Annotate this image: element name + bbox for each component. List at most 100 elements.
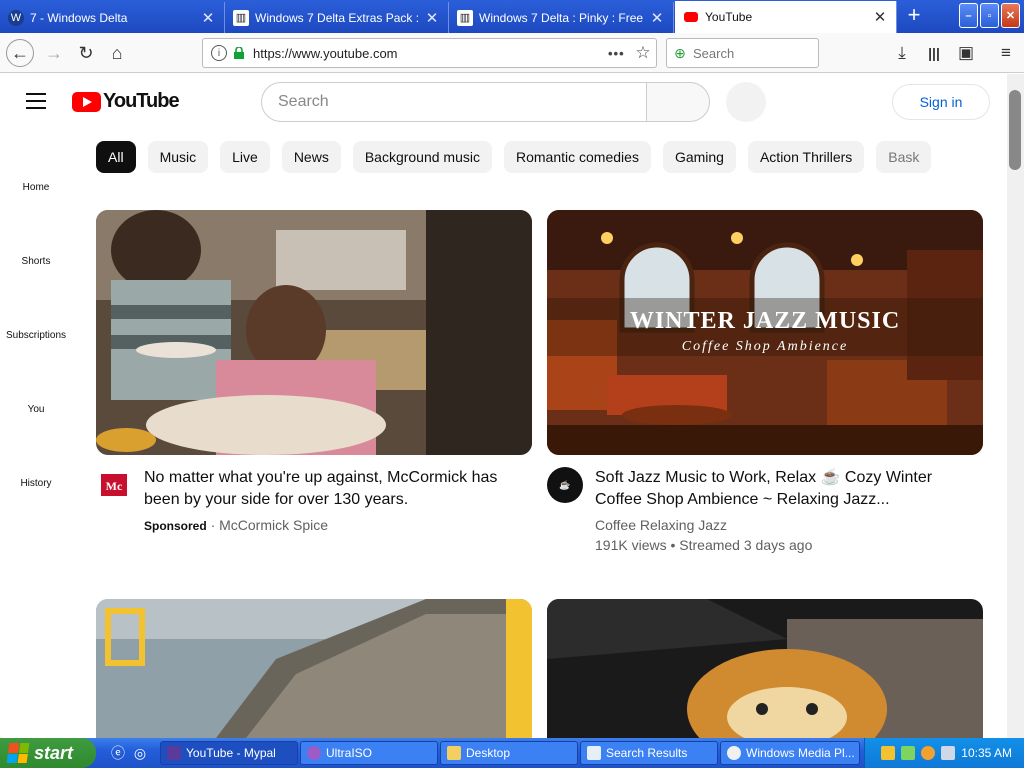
- video-thumbnail[interactable]: [96, 599, 532, 738]
- sponsored-label: Sponsored: [144, 519, 207, 533]
- channel-name[interactable]: McCormick Spice: [219, 517, 328, 533]
- windows-flag-icon: [6, 743, 30, 763]
- chip-gaming[interactable]: Gaming: [662, 141, 736, 173]
- video-card[interactable]: [96, 599, 532, 738]
- guide-item-you[interactable]: You: [0, 404, 72, 415]
- url-text[interactable]: https://www.youtube.com: [253, 46, 608, 61]
- thumbnail-title: WINTER JAZZ MUSIC: [630, 308, 900, 334]
- video-thumbnail[interactable]: [96, 210, 532, 455]
- browser-quicklaunch-icon[interactable]: ◎: [130, 743, 150, 763]
- video-thumbnail[interactable]: WINTER JAZZ MUSIC Coffee Shop Ambience: [547, 210, 983, 455]
- close-tab-icon[interactable]: ✕: [649, 9, 665, 27]
- forward-button[interactable]: →: [40, 39, 68, 67]
- task-search-results[interactable]: Search Results: [580, 741, 718, 765]
- maximize-button[interactable]: ▫: [980, 3, 999, 28]
- home-icon: ⌂: [111, 42, 123, 63]
- chip-background-music[interactable]: Background music: [352, 141, 492, 173]
- tab-windows-delta[interactable]: W 7 - Windows Delta ✕: [0, 2, 225, 33]
- youtube-search-input[interactable]: Search: [261, 82, 647, 122]
- chip-romantic-comedies[interactable]: Romantic comedies: [504, 141, 651, 173]
- reload-icon: ↻: [78, 42, 94, 63]
- close-tab-icon[interactable]: ✕: [872, 8, 888, 26]
- video-title[interactable]: Soft Jazz Music to Work, Relax ☕ Cozy Wi…: [595, 467, 965, 511]
- close-tab-icon[interactable]: ✕: [424, 9, 440, 27]
- guide-item-history[interactable]: History: [0, 478, 72, 489]
- url-bar[interactable]: i https://www.youtube.com ••• ☆: [202, 38, 657, 68]
- sidebar-toggle-button[interactable]: ▣: [952, 39, 980, 67]
- home-button[interactable]: ⌂: [103, 39, 131, 67]
- chip-news[interactable]: News: [281, 141, 341, 173]
- guide-item-subscriptions[interactable]: Subscriptions: [0, 330, 72, 341]
- voice-search-button[interactable]: [726, 82, 766, 122]
- chip-action-thrillers[interactable]: Action Thrillers: [747, 141, 865, 173]
- guide-item-shorts[interactable]: Shorts: [0, 256, 72, 267]
- tab-pinky[interactable]: ▥ Windows 7 Delta : Pinky : Free Do ✕: [449, 2, 674, 33]
- archive-icon: ▥: [457, 9, 473, 26]
- reload-button[interactable]: ↻: [72, 39, 100, 67]
- channel-avatar[interactable]: ☕: [547, 467, 583, 503]
- youtube-search-button[interactable]: [646, 82, 710, 122]
- browser-search-field[interactable]: ⊕ Search: [666, 38, 819, 68]
- media-player-icon: [727, 746, 741, 760]
- search-tray-icon[interactable]: [921, 746, 936, 760]
- wordpress-icon: W: [8, 9, 24, 26]
- youtube-icon: [683, 9, 699, 25]
- tab-youtube[interactable]: YouTube ✕: [675, 1, 897, 33]
- channel-name[interactable]: Coffee Relaxing Jazz: [595, 515, 965, 535]
- guide-item-home[interactable]: Home: [0, 182, 72, 193]
- video-card[interactable]: WINTER JAZZ MUSIC Coffee Shop Ambience ☕…: [547, 210, 983, 555]
- page-actions-icon[interactable]: •••: [608, 46, 630, 61]
- library-button[interactable]: |||: [920, 39, 948, 67]
- library-icon: |||: [928, 45, 940, 61]
- video-card[interactable]: [547, 599, 983, 738]
- clock[interactable]: 10:35 AM: [961, 746, 1012, 760]
- chip-live[interactable]: Live: [220, 141, 270, 173]
- network-icon[interactable]: [901, 746, 916, 760]
- security-shield-icon[interactable]: [881, 746, 896, 760]
- menu-icon: ≡: [1001, 43, 1011, 62]
- taskbar: start ⓔ ◎ YouTube - Mypal UltraISO Deskt…: [0, 738, 1024, 768]
- back-button[interactable]: ←: [6, 39, 34, 67]
- start-button[interactable]: start: [0, 738, 96, 768]
- mypal-icon: [167, 746, 181, 760]
- chip-all[interactable]: All: [96, 141, 136, 173]
- page-scrollbar[interactable]: [1007, 74, 1024, 738]
- downloads-button[interactable]: ⤓: [888, 39, 916, 67]
- video-title[interactable]: No matter what you're up against, McCorm…: [144, 467, 514, 511]
- ultraiso-icon: [307, 746, 321, 760]
- system-tray: 10:35 AM: [864, 738, 1024, 768]
- bookmark-star-icon[interactable]: ☆: [630, 43, 656, 63]
- chip-music[interactable]: Music: [147, 141, 209, 173]
- close-tab-icon[interactable]: ✕: [200, 9, 216, 27]
- task-ultraiso[interactable]: UltraISO: [300, 741, 438, 765]
- video-thumbnail[interactable]: [547, 599, 983, 738]
- info-icon[interactable]: i: [211, 45, 227, 61]
- folder-icon: [447, 746, 461, 760]
- tab-strip: W 7 - Windows Delta ✕ ▥ Windows 7 Delta …: [0, 0, 1024, 33]
- lock-icon: [233, 46, 245, 59]
- chip-bask[interactable]: Bask: [876, 141, 932, 173]
- thumbnail-subtitle: Coffee Shop Ambience: [682, 339, 849, 354]
- page-scrollbar-thumb[interactable]: [1009, 90, 1021, 170]
- close-window-button[interactable]: ✕: [1001, 3, 1020, 28]
- nav-bar: ← → ↻ ⌂ i https://www.youtube.com ••• ☆ …: [0, 33, 1024, 73]
- search-engine-icon: ⊕: [674, 44, 686, 61]
- ie-quicklaunch-icon[interactable]: ⓔ: [108, 743, 128, 763]
- task-youtube-mypal[interactable]: YouTube - Mypal: [160, 741, 298, 765]
- download-icon: ⤓: [898, 43, 906, 62]
- sign-in-button[interactable]: Sign in: [892, 84, 990, 120]
- browser-search-placeholder: Search: [693, 45, 735, 61]
- avatar-text: Mc: [106, 479, 123, 493]
- task-windows-media-player[interactable]: Windows Media Pl...: [720, 741, 860, 765]
- task-desktop[interactable]: Desktop: [440, 741, 578, 765]
- channel-avatar[interactable]: Mc: [96, 467, 132, 503]
- new-tab-button[interactable]: +: [902, 4, 926, 28]
- guide-menu-button[interactable]: [26, 93, 46, 109]
- minimize-button[interactable]: –: [959, 3, 978, 28]
- menu-button[interactable]: ≡: [992, 39, 1020, 67]
- video-stats: 191K views • Streamed 3 days ago: [595, 537, 813, 553]
- video-card[interactable]: Mc No matter what you're up against, McC…: [96, 210, 532, 536]
- youtube-logo[interactable]: YouTube: [72, 90, 180, 113]
- volume-icon[interactable]: [941, 746, 956, 760]
- tab-extras-pack[interactable]: ▥ Windows 7 Delta Extras Pack : Pin ✕: [225, 2, 449, 33]
